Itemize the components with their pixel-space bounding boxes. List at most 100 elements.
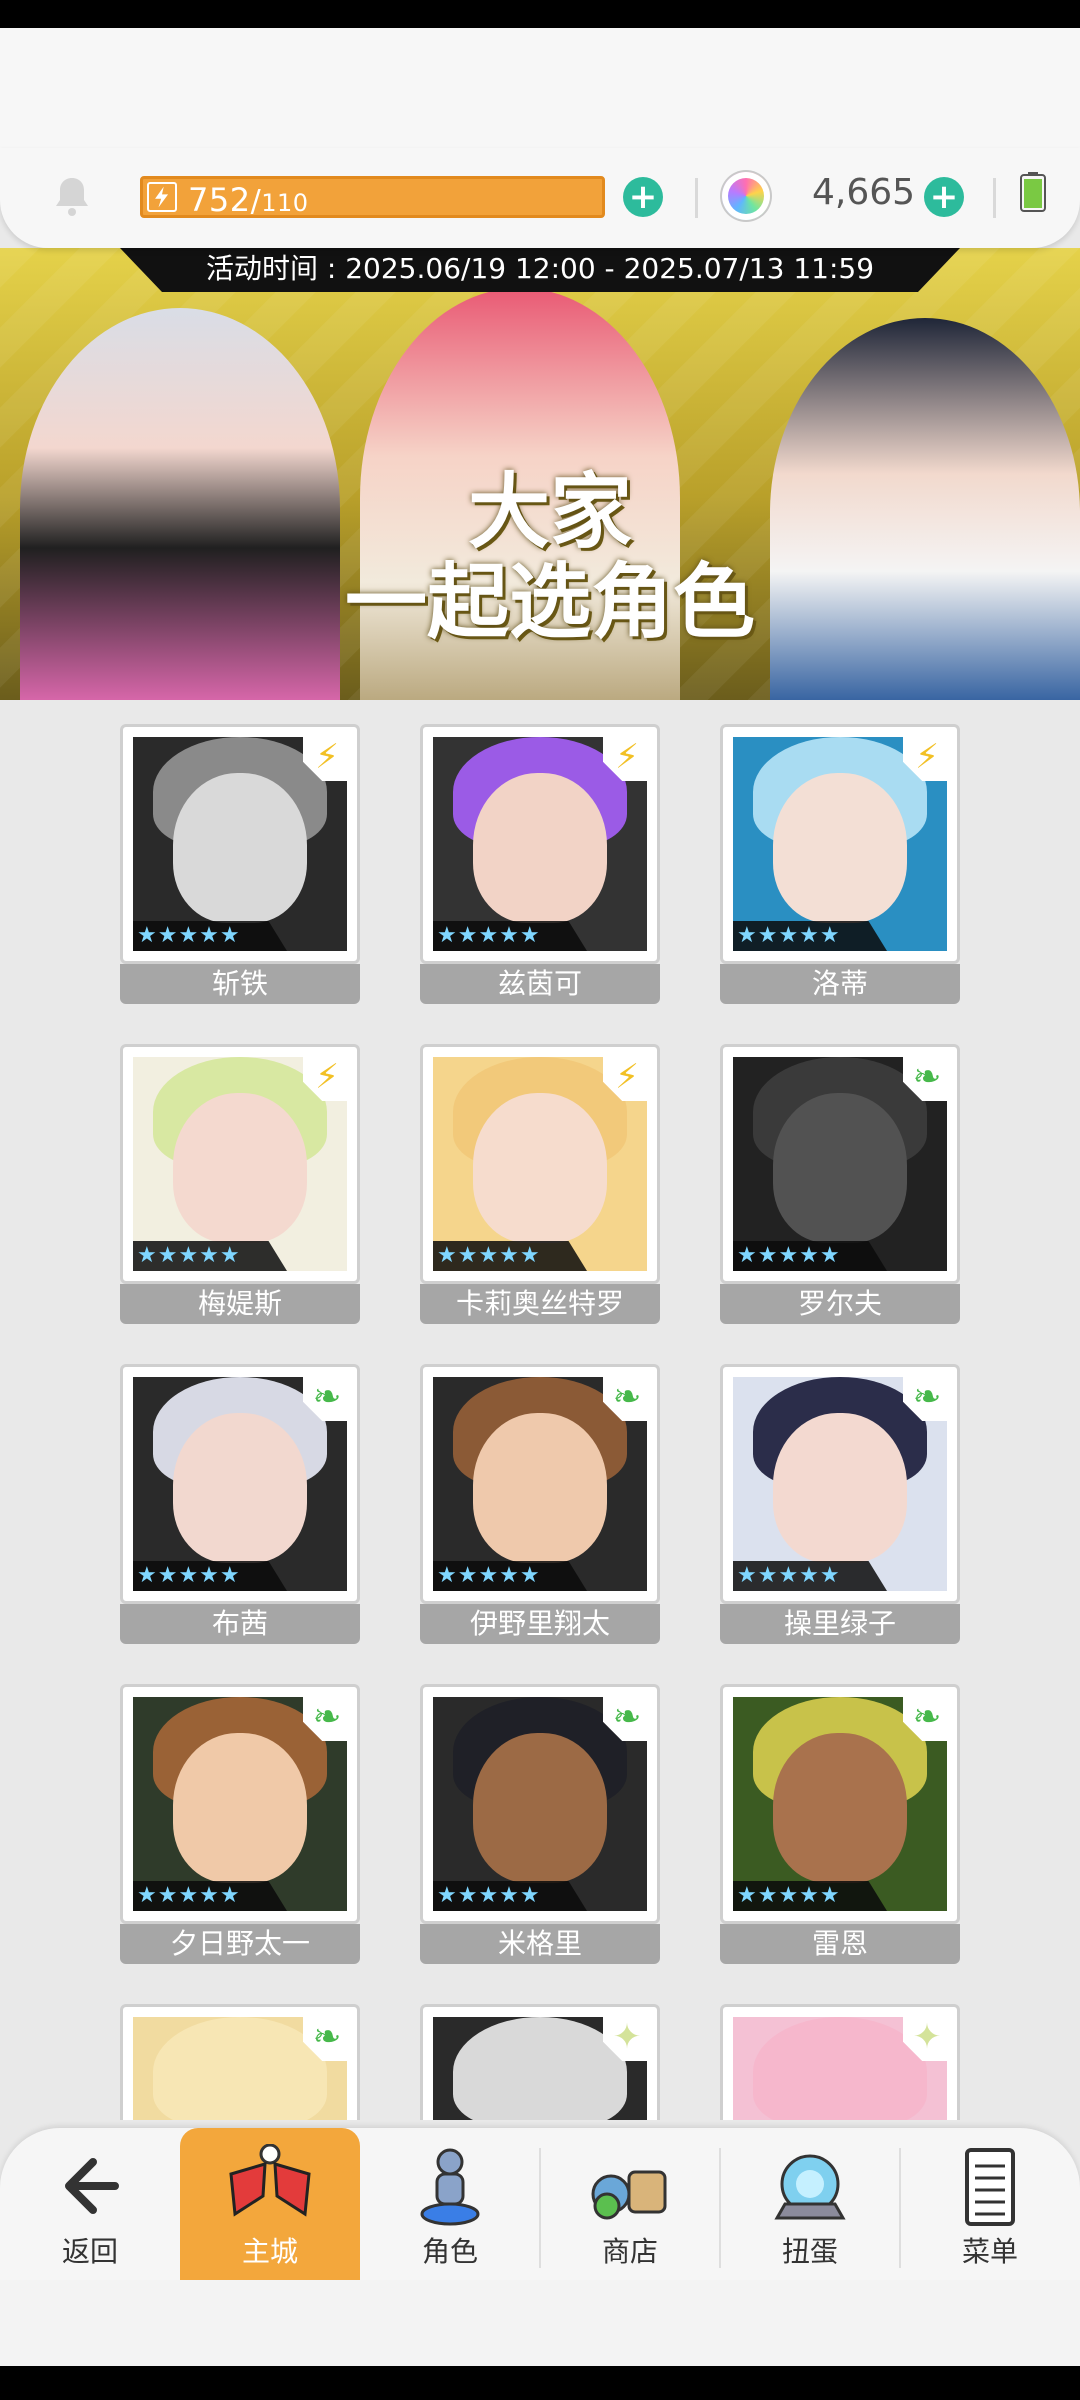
energy-bar: 752/110 [140, 176, 605, 219]
nav-main-city-label: 主城 [241, 2235, 298, 2268]
character-name: 雷恩 [720, 1924, 960, 1964]
bell-icon[interactable] [50, 174, 94, 218]
back-arrow-icon [65, 2158, 119, 2214]
character-name: 操里绿子 [720, 1604, 960, 1644]
character-name: 兹茵可 [420, 964, 660, 1004]
system-nav-bar [0, 2366, 1080, 2400]
banner-title: 大家 一起选角色 [300, 468, 800, 648]
banner-title-line2: 一起选角色 [344, 555, 755, 650]
nav-gacha-label: 扭蛋 [781, 2235, 838, 2268]
gem-count: 4,665 [812, 172, 916, 213]
event-banner[interactable]: 活动时间 : 2025.06/19 12:00 - 2025.07/13 11:… [0, 248, 1080, 700]
resource-header: 752/110 + 4,665 + [0, 148, 1080, 248]
energy-separator: / [250, 184, 262, 219]
menu-list-icon [965, 2148, 1015, 2226]
character-card[interactable]: ★★★★★ ❧ [420, 1364, 660, 1604]
character-name: 梅媞斯 [120, 1284, 360, 1324]
portrait-face [473, 773, 607, 923]
rarity-stars: ★★★★★ [433, 1241, 587, 1271]
lightning-icon [147, 182, 177, 212]
character-card[interactable]: ★★★★★ ❧ [120, 1364, 360, 1604]
character-card[interactable]: ★★★★★ ❧ [720, 1364, 960, 1604]
portrait-face [773, 1733, 907, 1883]
energy-current: 752 [188, 181, 251, 219]
nav-shop[interactable]: 商店 [540, 2128, 720, 2280]
character-card[interactable]: ★★★★★ ⚡ [120, 724, 360, 964]
gacha-orb-icon [774, 2154, 846, 2220]
banner-character-left [20, 308, 340, 700]
character-name: 卡莉奥丝特罗 [420, 1284, 660, 1324]
nav-gacha[interactable]: 扭蛋 [720, 2128, 900, 2280]
character-name: 伊野里翔太 [420, 1604, 660, 1644]
energy-text: 752/110 [188, 181, 309, 219]
rarity-stars: ★★★★★ [733, 921, 887, 951]
character-card[interactable]: ✦ [720, 2004, 960, 2120]
portrait-face [773, 773, 907, 923]
character-name: 布茜 [120, 1604, 360, 1644]
rarity-stars: ★★★★★ [133, 1881, 287, 1911]
character-name: 洛蒂 [720, 964, 960, 1004]
rarity-stars: ★★★★★ [133, 921, 287, 951]
character-card[interactable]: ★★★★★ ⚡ [420, 724, 660, 964]
portrait-hair [753, 2017, 927, 2120]
nav-back[interactable]: 返回 [0, 2128, 180, 2280]
character-name: 斩铁 [120, 964, 360, 1004]
rarity-stars: ★★★★★ [133, 1241, 287, 1271]
character-name: 米格里 [420, 1924, 660, 1964]
portrait-hair [153, 2017, 327, 2120]
nav-menu[interactable]: 菜单 [900, 2128, 1080, 2280]
character-card[interactable]: ★★★★★ ⚡ [420, 1044, 660, 1284]
character-name: 夕日野太一 [120, 1924, 360, 1964]
character-card[interactable]: ★★★★★ ⚡ [120, 1044, 360, 1284]
character-card[interactable]: ★★★★★ ❧ [720, 1044, 960, 1284]
portrait-hair [453, 2017, 627, 2120]
portrait-face [173, 1413, 307, 1563]
character-card[interactable]: ❧ [120, 2004, 360, 2120]
portrait-face [473, 1093, 607, 1243]
rarity-stars: ★★★★★ [433, 921, 587, 951]
banner-title-line1: 大家 [467, 465, 632, 560]
rarity-stars: ★★★★★ [433, 1881, 587, 1911]
divider [695, 178, 698, 218]
nav-menu-label: 菜单 [961, 2235, 1018, 2268]
nav-characters[interactable]: 角色 [360, 2128, 540, 2280]
bottom-nav: 返回 主城 角色 商店 扭蛋 菜单 [0, 2128, 1080, 2280]
add-gems-button[interactable]: + [924, 177, 964, 217]
energy-max: 110 [261, 189, 309, 217]
banner-character-right [770, 318, 1080, 700]
rarity-stars: ★★★★★ [733, 1881, 887, 1911]
rarity-stars: ★★★★★ [133, 1561, 287, 1591]
system-status-bar [0, 0, 1080, 28]
rarity-stars: ★★★★★ [433, 1561, 587, 1591]
portrait-face [173, 773, 307, 923]
portrait-face [773, 1093, 907, 1243]
character-card[interactable]: ★★★★★ ❧ [420, 1684, 660, 1924]
character-card[interactable]: ★★★★★ ⚡ [720, 724, 960, 964]
battery-icon [1020, 172, 1046, 212]
rarity-stars: ★★★★★ [733, 1561, 887, 1591]
nav-characters-label: 角色 [421, 2235, 478, 2268]
nav-back-label: 返回 [61, 2235, 118, 2268]
character-name: 罗尔夫 [720, 1284, 960, 1324]
wings-icon [229, 2144, 311, 2217]
portrait-face [173, 1733, 307, 1883]
character-card[interactable]: ★★★★★ ❧ [720, 1684, 960, 1924]
portrait-face [173, 1093, 307, 1243]
shop-bag-icon [591, 2170, 667, 2220]
rarity-stars: ★★★★★ [733, 1241, 887, 1271]
character-card[interactable]: ★★★★★ ❧ [120, 1684, 360, 1924]
nav-shop-label: 商店 [601, 2235, 658, 2268]
top-blank-area [0, 28, 1080, 148]
home-indicator-area [0, 2280, 1080, 2366]
character-figure-icon [420, 2148, 480, 2226]
gem-icon [722, 172, 770, 220]
portrait-face [473, 1413, 607, 1563]
portrait-face [773, 1413, 907, 1563]
add-energy-button[interactable]: + [623, 177, 663, 217]
event-time: 活动时间 : 2025.06/19 12:00 - 2025.07/13 11:… [120, 248, 960, 292]
character-card[interactable]: ✦ [420, 2004, 660, 2120]
nav-main-city[interactable]: 主城 [180, 2128, 360, 2280]
divider [993, 178, 996, 218]
portrait-face [473, 1733, 607, 1883]
character-grid: ★★★★★ ⚡ 斩铁 ★★★★★ ⚡ 兹茵可 ★★★★★ ⚡ 洛蒂 ★★★★★ ⚡ 梅媞斯 ★★★★★ ⚡… [0, 700, 1080, 2120]
